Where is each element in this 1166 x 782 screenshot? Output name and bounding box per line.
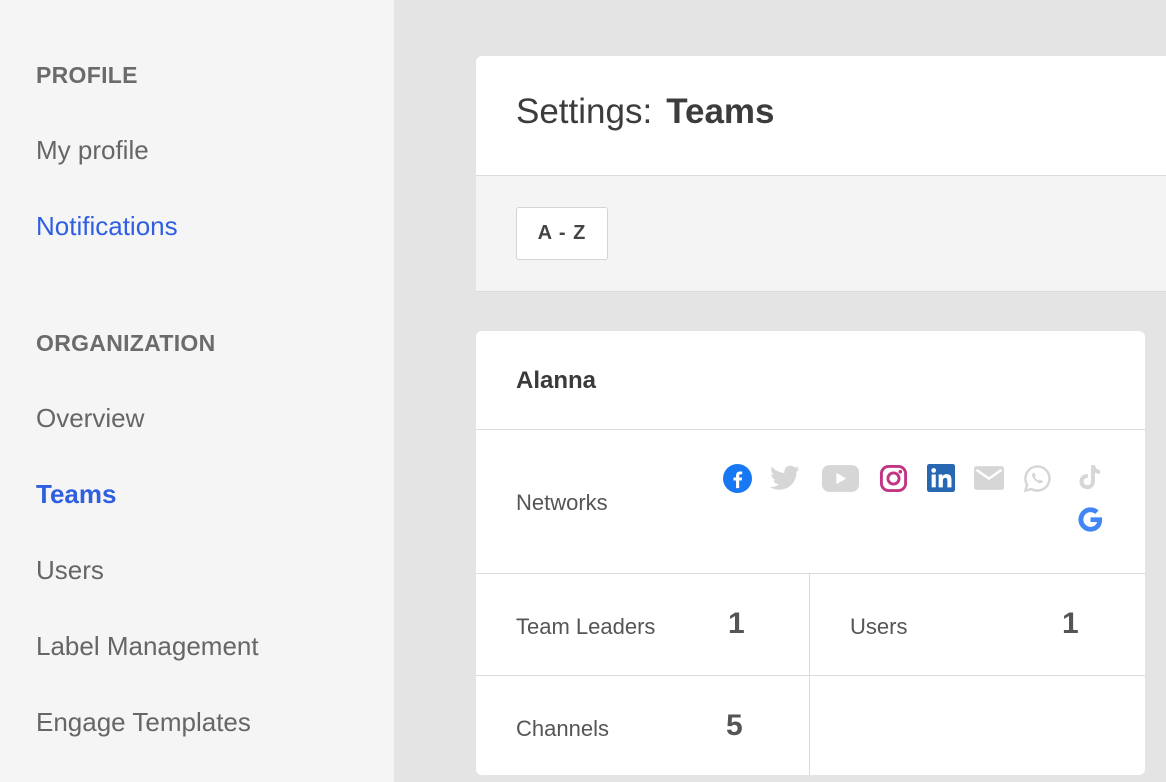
instagram-icon — [878, 463, 908, 493]
divider — [476, 675, 1145, 676]
google-icon — [1075, 504, 1105, 534]
page-title-section: Teams — [666, 92, 775, 131]
page-title-prefix: Settings: — [516, 92, 653, 131]
twitter-icon — [770, 463, 800, 493]
sidebar-item-my-profile[interactable]: My profile — [36, 135, 149, 166]
divider — [476, 429, 1145, 430]
divider — [809, 573, 810, 775]
facebook-icon — [722, 463, 752, 493]
settings-sidebar: PROFILE My profile Notifications ORGANIZ… — [0, 0, 394, 782]
settings-header-card: Settings: Teams A - Z — [476, 56, 1166, 292]
organization-section-heading: ORGANIZATION — [36, 330, 216, 356]
divider — [476, 573, 1145, 574]
team-leaders-label: Team Leaders — [516, 614, 656, 639]
users-count: 1 — [1062, 607, 1079, 640]
sidebar-item-notifications[interactable]: Notifications — [36, 211, 178, 242]
users-label: Users — [850, 614, 908, 639]
sidebar-item-users[interactable]: Users — [36, 555, 104, 586]
sidebar-item-overview[interactable]: Overview — [36, 403, 144, 434]
email-icon — [974, 463, 1004, 493]
channels-count: 5 — [726, 709, 743, 742]
sidebar-item-engage-templates[interactable]: Engage Templates — [36, 707, 251, 738]
team-leaders-count: 1 — [728, 607, 745, 640]
main-content: Settings: Teams A - Z Alanna Networks Te… — [394, 0, 1166, 782]
whatsapp-icon — [1022, 463, 1052, 493]
sidebar-item-label-management[interactable]: Label Management — [36, 631, 259, 662]
sort-toolbar: A - Z — [476, 175, 1166, 292]
linkedin-icon — [926, 463, 956, 493]
channels-label: Channels — [516, 716, 609, 741]
sidebar-item-teams[interactable]: Teams — [36, 479, 116, 510]
sort-a-z-button[interactable]: A - Z — [516, 207, 608, 260]
team-name: Alanna — [516, 367, 597, 394]
youtube-icon — [821, 463, 859, 493]
networks-label: Networks — [516, 490, 608, 515]
team-card[interactable]: Alanna Networks Team Leaders 1 Users 1 C… — [476, 331, 1145, 775]
profile-section-heading: PROFILE — [36, 62, 138, 88]
tiktok-icon — [1075, 463, 1105, 493]
page-title: Settings: Teams — [516, 92, 775, 132]
